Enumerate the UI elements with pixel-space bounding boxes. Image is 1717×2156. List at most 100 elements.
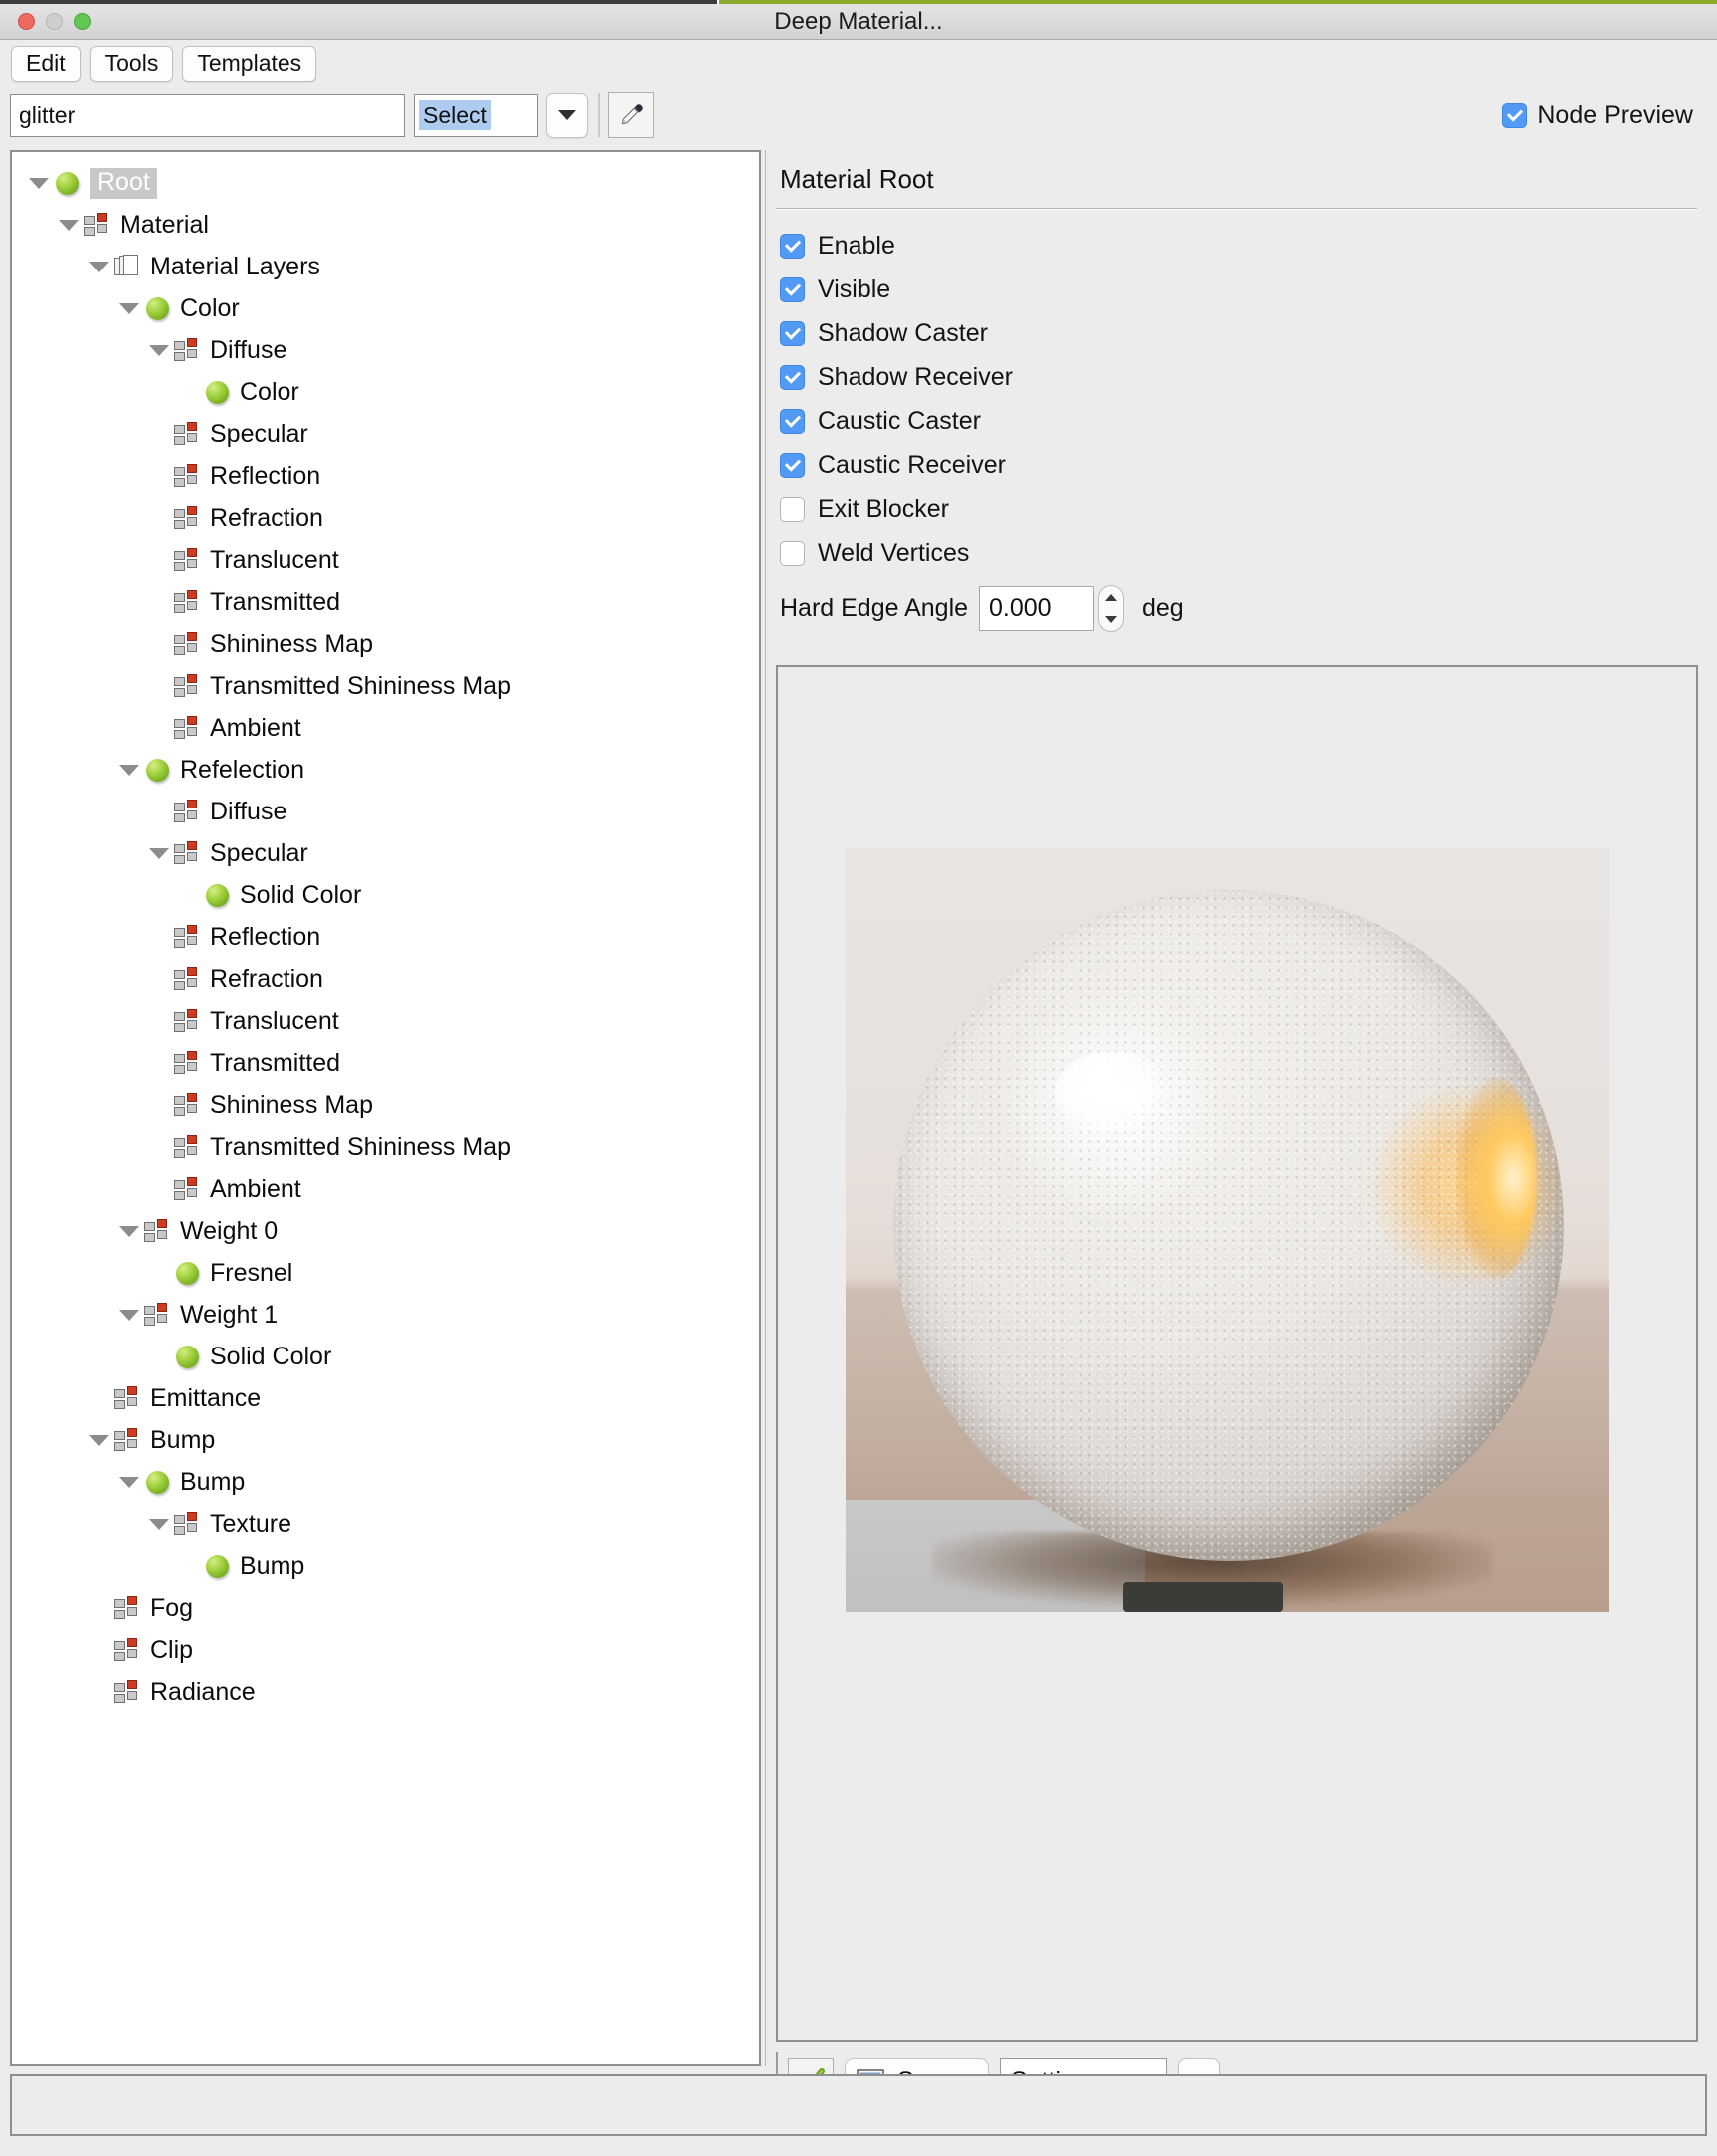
green-sphere-icon [55,171,79,195]
tree-node[interactable]: Bump [12,1419,759,1461]
property-checkbox-row[interactable]: Shadow Caster [780,311,1707,355]
material-node-icon [174,590,200,614]
menu-templates[interactable]: Templates [182,45,317,83]
status-bar [10,2074,1707,2136]
tree-node[interactable]: Color [12,287,759,329]
twisty-expanded-icon[interactable] [26,170,52,196]
tree-node-label: Solid Color [210,1342,332,1370]
property-checkbox-row[interactable]: Caustic Caster [780,399,1707,443]
tree-node-label: Fog [150,1593,194,1622]
tree-node-label: Clip [150,1635,194,1664]
property-checkbox-row[interactable]: Exit Blocker [780,487,1707,531]
tree-node[interactable]: Bump [12,1545,759,1587]
tree-node[interactable]: Refraction [12,958,759,1000]
property-checkbox[interactable] [780,452,805,478]
property-checkbox-row[interactable]: Enable [780,224,1707,268]
tree-node[interactable]: Material [12,204,759,246]
tree-node[interactable]: Transmitted Shininess Map [12,665,759,707]
tree-node[interactable]: Fresnel [12,1252,759,1294]
tree-node[interactable]: Shininess Map [12,1084,759,1126]
tree-node[interactable]: Specular [12,832,759,874]
property-checkbox-row[interactable]: Visible [780,268,1707,311]
tree-node[interactable]: Color [12,371,759,413]
material-tree-panel[interactable]: Root Material Material Layers Color Diffuse C… [10,150,761,2066]
twisty-expanded-icon[interactable] [116,1469,142,1495]
tree-node[interactable]: Solid Color [12,874,759,916]
twisty-expanded-icon[interactable] [146,1511,172,1537]
property-checkbox[interactable] [780,276,805,302]
property-checkbox[interactable] [780,320,805,346]
select-combo[interactable]: Select [414,93,538,137]
tree-node[interactable]: Bump [12,1461,759,1503]
twisty-expanded-icon[interactable] [146,337,172,363]
tree-node[interactable]: Transmitted [12,581,759,623]
tree-node[interactable]: Transmitted Shininess Map [12,1126,759,1168]
tree-node[interactable]: Refraction [12,497,759,539]
property-checkbox-row[interactable]: Shadow Receiver [780,355,1707,399]
property-checkbox-label: Caustic Caster [818,406,981,435]
hard-edge-angle-stepper[interactable] [1098,585,1124,632]
tree-node[interactable]: Reflection [12,916,759,958]
layers-icon [114,255,140,278]
tree-node[interactable]: Solid Color [12,1336,759,1377]
select-dropdown-button[interactable] [546,92,588,138]
green-sphere-icon [205,380,229,404]
tree-node[interactable]: Fog [12,1587,759,1629]
menu-tools[interactable]: Tools [89,45,174,83]
material-node-icon [174,841,200,865]
tree-node[interactable]: Root [12,162,759,204]
preview-viewport[interactable] [776,665,1698,2042]
stepper-up-icon[interactable] [1105,593,1117,601]
green-sphere-icon [175,1261,199,1285]
twisty-expanded-icon[interactable] [56,212,82,238]
tree-node[interactable]: Emittance [12,1377,759,1419]
property-checkbox[interactable] [780,540,805,566]
material-node-icon [114,1428,140,1452]
twisty-expanded-icon[interactable] [116,1218,142,1244]
menu-edit[interactable]: Edit [11,45,81,83]
property-checkbox[interactable] [780,496,805,522]
green-sphere-icon [175,1345,199,1368]
tree-node-label: Specular [210,419,308,448]
tree-node[interactable]: Shininess Map [12,623,759,665]
node-preview-toggle[interactable]: Node Preview [1502,101,1707,130]
tree-node[interactable]: Diffuse [12,791,759,832]
tree-node[interactable]: Reflection [12,455,759,497]
property-checkbox[interactable] [780,408,805,434]
tree-node[interactable]: Material Layers [12,246,759,287]
property-checkbox[interactable] [780,364,805,390]
green-sphere-icon [145,758,169,782]
twisty-expanded-icon[interactable] [86,254,112,279]
tree-node[interactable]: Weight 1 [12,1294,759,1336]
tree-node[interactable]: Translucent [12,1000,759,1042]
hard-edge-angle-unit: deg [1142,594,1184,622]
material-name-input[interactable]: glitter [10,93,405,137]
tree-node[interactable]: Diffuse [12,329,759,371]
tree-node[interactable]: Transmitted [12,1042,759,1084]
twisty-expanded-icon[interactable] [116,295,142,321]
property-checkbox[interactable] [780,233,805,259]
twisty-expanded-icon[interactable] [116,1302,142,1328]
eyedropper-button[interactable] [608,92,654,138]
twisty-expanded-icon[interactable] [116,757,142,783]
property-checkbox-row[interactable]: Caustic Receiver [780,443,1707,487]
node-preview-checkbox[interactable] [1502,102,1528,128]
tree-node[interactable]: Translucent [12,539,759,581]
hard-edge-angle-input[interactable]: 0.000 [979,586,1094,631]
twisty-expanded-icon[interactable] [86,1427,112,1453]
tree-node[interactable]: Clip [12,1629,759,1671]
property-checkbox-label: Weld Vertices [818,538,970,567]
main-split: Root Material Material Layers Color Diffuse C… [0,143,1717,2110]
tree-node[interactable]: Weight 0 [12,1210,759,1252]
material-node-icon [144,1219,170,1243]
twisty-expanded-icon[interactable] [146,840,172,866]
tree-node[interactable]: Texture [12,1503,759,1545]
stepper-down-icon[interactable] [1105,616,1117,624]
tree-node[interactable]: Refelection [12,749,759,791]
tree-node[interactable]: Specular [12,413,759,455]
tree-node[interactable]: Radiance [12,1671,759,1713]
property-checkbox-row[interactable]: Weld Vertices [780,531,1707,575]
tree-node[interactable]: Ambient [12,1168,759,1210]
tree-node[interactable]: Ambient [12,707,759,749]
tree-node-label: Bump [150,1425,216,1454]
